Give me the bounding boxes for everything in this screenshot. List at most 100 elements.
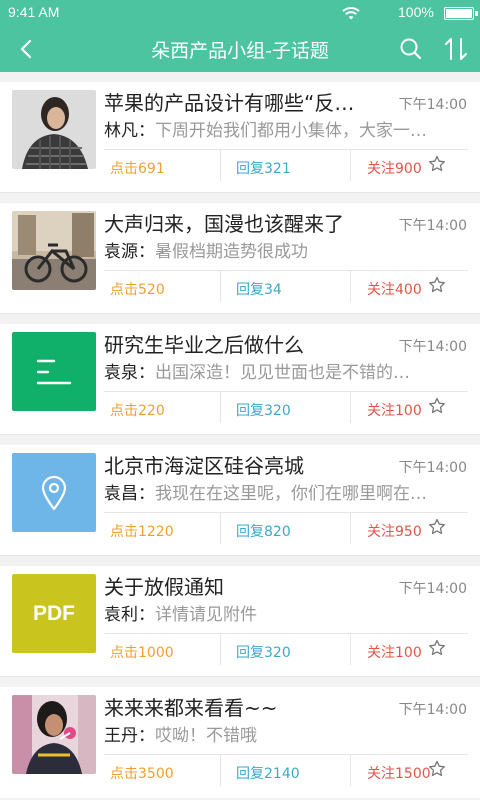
- divider: [220, 755, 221, 786]
- star-icon[interactable]: [428, 639, 446, 657]
- divider: [0, 192, 480, 193]
- author-colon: ：: [138, 363, 155, 383]
- post-summary: 袁源：暑假档期造势很成功: [104, 240, 468, 264]
- author-colon: ：: [138, 121, 155, 141]
- post-summary: 王丹：哎呦！不错哦: [104, 724, 468, 748]
- follow-count[interactable]: 关注950: [367, 521, 422, 541]
- battery-percent: 100%: [398, 4, 434, 20]
- click-count: 点击3500: [110, 766, 174, 782]
- post-author: 林凡: [104, 121, 138, 141]
- post-author: 袁利: [104, 605, 138, 625]
- list-item[interactable]: 北京市海淀区硅谷亮城 下午14:00 袁昌：我现在在这里呢，你们在哪里啊在… 点…: [0, 445, 480, 556]
- star-icon[interactable]: [428, 760, 446, 778]
- click-count: 点击1000: [110, 645, 174, 661]
- divider: [0, 555, 480, 556]
- location-pin-icon: [12, 453, 96, 532]
- post-time: 下午14:00: [398, 702, 467, 718]
- reply-button[interactable]: 回复820: [236, 521, 291, 541]
- reply-button[interactable]: 回复2140: [236, 763, 300, 783]
- click-count: 点击220: [110, 403, 165, 419]
- pdf-icon: PDF: [12, 574, 96, 653]
- star-icon[interactable]: [428, 518, 446, 536]
- post-time: 下午14:00: [398, 97, 467, 113]
- list-item[interactable]: 大声归来，国漫也该醒来了 下午14:00 袁源：暑假档期造势很成功 点击520 …: [0, 203, 480, 314]
- divider: [350, 513, 351, 544]
- post-preview: 下周开始我们都用小集体，大家一…: [155, 121, 427, 141]
- post-title[interactable]: 关于放假通知: [104, 574, 386, 600]
- post-preview: 暑假档期造势很成功: [155, 242, 308, 262]
- reply-button[interactable]: 回复321: [236, 158, 291, 178]
- page-title: 朵西产品小组-子话题: [151, 40, 329, 62]
- photo-bicycle-street: [12, 211, 96, 290]
- post-thumbnail[interactable]: PDF: [12, 574, 96, 653]
- pdf-label: PDF: [33, 601, 75, 625]
- author-colon: ：: [138, 484, 155, 504]
- click-count: 点击691: [110, 161, 165, 177]
- list-item[interactable]: 苹果的产品设计有哪些“反… 下午14:00 林凡：下周开始我们都用小集体，大家一…: [0, 82, 480, 193]
- divider: [350, 150, 351, 181]
- divider: [220, 150, 221, 181]
- post-stats: 点击691 回复321 关注900: [104, 150, 468, 181]
- post-thumbnail[interactable]: [12, 332, 96, 411]
- status-time: 9:41 AM: [8, 4, 60, 20]
- post-preview: 哎呦！不错哦: [155, 726, 257, 746]
- list-item[interactable]: 研究生毕业之后做什么 下午14:00 袁泉：出国深造！见见世面也是不错的… 点击…: [0, 324, 480, 435]
- author-colon: ：: [138, 605, 155, 625]
- list-item[interactable]: 来来来都来看看~~ 下午14:00 王丹：哎呦！不错哦 点击3500 回复214…: [0, 687, 480, 798]
- post-stats: 点击1220 回复820 关注950: [104, 513, 468, 544]
- reply-button[interactable]: 回复34: [236, 279, 282, 299]
- divider: [350, 634, 351, 665]
- follow-count[interactable]: 关注1500: [367, 763, 431, 783]
- photo-woman-lollipop: [12, 695, 96, 774]
- battery-icon: [444, 7, 478, 20]
- post-stats: 点击220 回复320 关注100: [104, 392, 468, 423]
- author-colon: ：: [138, 242, 155, 262]
- post-summary: 袁泉：出国深造！见见世面也是不错的…: [104, 361, 468, 385]
- post-title[interactable]: 苹果的产品设计有哪些“反…: [104, 90, 386, 116]
- nav-bar: 朵西产品小组-子话题: [0, 26, 480, 72]
- post-title[interactable]: 来来来都来看看~~: [104, 695, 386, 721]
- post-summary: 袁昌：我现在在这里呢，你们在哪里啊在…: [104, 482, 468, 506]
- search-icon[interactable]: [396, 34, 426, 64]
- photo-woman-portrait: [12, 90, 96, 169]
- star-icon[interactable]: [428, 155, 446, 173]
- divider: [0, 434, 480, 435]
- reply-button[interactable]: 回复320: [236, 642, 291, 662]
- post-time: 下午14:00: [398, 581, 467, 597]
- post-preview: 出国深造！见见世面也是不错的…: [155, 363, 410, 383]
- post-title[interactable]: 研究生毕业之后做什么: [104, 332, 386, 358]
- divider: [220, 634, 221, 665]
- post-title[interactable]: 北京市海淀区硅谷亮城: [104, 453, 386, 479]
- follow-count[interactable]: 关注900: [367, 158, 422, 178]
- divider: [350, 755, 351, 786]
- reply-button[interactable]: 回复320: [236, 400, 291, 420]
- follow-count[interactable]: 关注100: [367, 642, 422, 662]
- post-title[interactable]: 大声归来，国漫也该醒来了: [104, 211, 386, 237]
- post-preview: 我现在在这里呢，你们在哪里啊在…: [155, 484, 427, 504]
- star-icon[interactable]: [428, 397, 446, 415]
- list-item[interactable]: PDF 关于放假通知 下午14:00 袁利：详情请见附件 点击1000 回复32…: [0, 566, 480, 677]
- post-summary: 袁利：详情请见附件: [104, 603, 468, 627]
- divider: [0, 676, 480, 677]
- post-author: 袁泉: [104, 363, 138, 383]
- divider: [220, 392, 221, 423]
- divider: [350, 271, 351, 302]
- sort-icon[interactable]: [440, 33, 472, 65]
- follow-count[interactable]: 关注100: [367, 400, 422, 420]
- post-thumbnail[interactable]: [12, 90, 96, 169]
- back-icon[interactable]: [10, 32, 44, 66]
- star-icon[interactable]: [428, 276, 446, 294]
- post-author: 袁昌: [104, 484, 138, 504]
- post-time: 下午14:00: [398, 218, 467, 234]
- post-time: 下午14:00: [398, 460, 467, 476]
- author-colon: ：: [138, 726, 155, 746]
- divider: [220, 513, 221, 544]
- post-thumbnail[interactable]: [12, 453, 96, 532]
- post-stats: 点击1000 回复320 关注100: [104, 634, 468, 665]
- divider: [0, 313, 480, 314]
- post-author: 袁源: [104, 242, 138, 262]
- post-thumbnail[interactable]: [12, 211, 96, 290]
- follow-count[interactable]: 关注400: [367, 279, 422, 299]
- post-stats: 点击520 回复34 关注400: [104, 271, 468, 302]
- post-thumbnail[interactable]: [12, 695, 96, 774]
